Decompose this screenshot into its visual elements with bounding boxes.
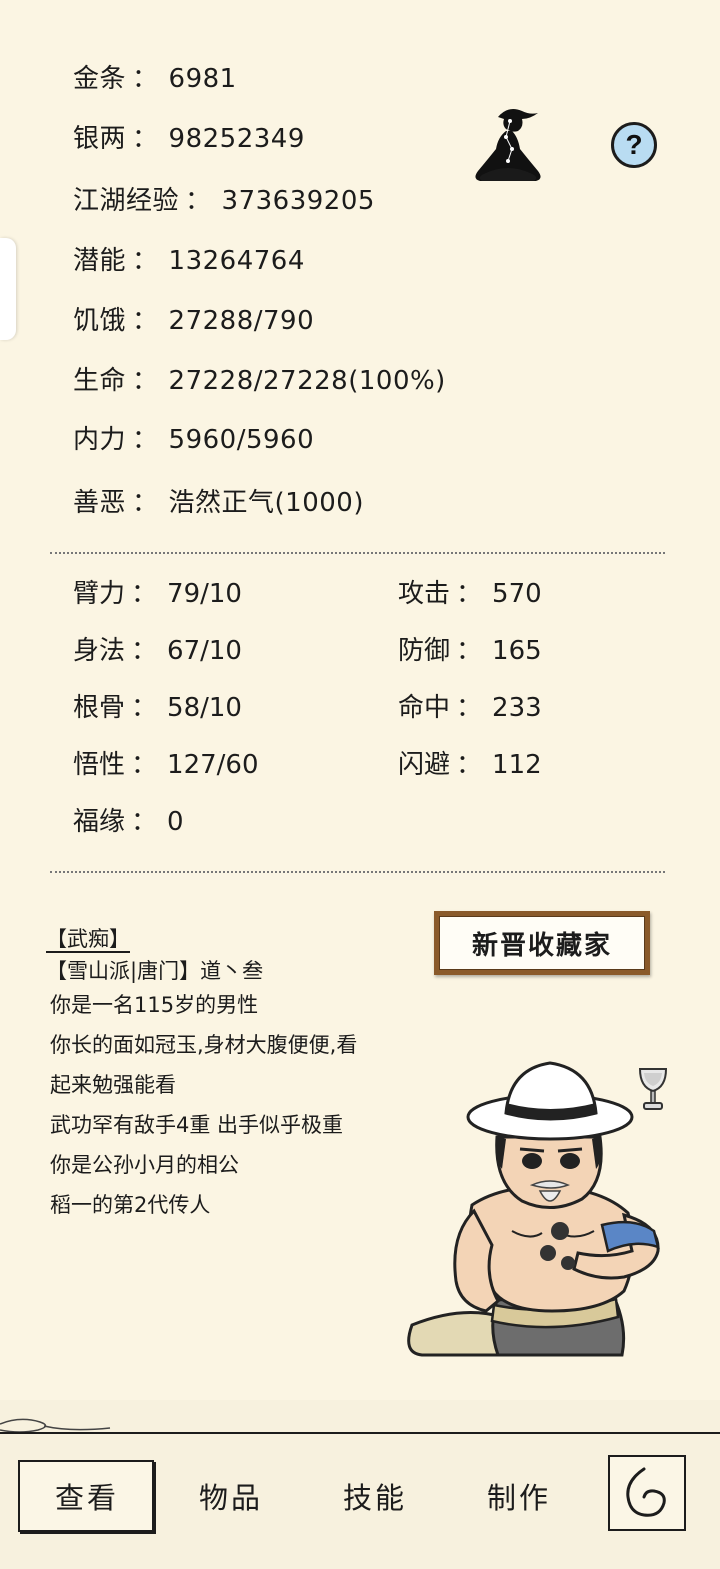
stat-value: 5960/5960	[168, 425, 315, 455]
back-button[interactable]	[608, 1455, 686, 1531]
section-divider	[50, 552, 665, 554]
stat-value: 98252349	[168, 124, 305, 154]
character-portrait[interactable]	[402, 1055, 672, 1360]
stat-label: 善恶	[73, 488, 127, 518]
stat-exp: 江湖经验： 373639205	[73, 186, 375, 216]
stat-value: 27228/27228(100%)	[168, 366, 446, 396]
bio-line: 稻一的第2代传人	[50, 1193, 211, 1217]
section-divider	[50, 871, 665, 873]
stat-potential: 潜能： 13264764	[73, 246, 305, 276]
stat-value: 27288/790	[168, 306, 315, 336]
character-title[interactable]: 【武痴】	[46, 926, 130, 952]
attr-agility: 身法： 67/10	[73, 636, 242, 666]
stat-value: 6981	[168, 64, 237, 94]
question-icon: ?	[625, 129, 643, 160]
tab-items[interactable]: 物品	[199, 1480, 263, 1516]
tab-craft[interactable]: 制作	[487, 1480, 551, 1516]
tab-view[interactable]: 查看	[55, 1480, 119, 1516]
help-button[interactable]: ?	[611, 122, 657, 168]
bio-line: 武功罕有敌手4重 出手似乎极重	[50, 1113, 344, 1137]
stat-label: 金条	[73, 64, 127, 94]
stat-inner: 内力： 5960/5960	[73, 425, 315, 455]
bio-line: 你是公孙小月的相公	[50, 1153, 239, 1177]
stat-label: 饥饿	[73, 306, 127, 336]
stat-label: 潜能	[73, 246, 127, 276]
bio-line: 起来勉强能看	[50, 1073, 176, 1097]
back-arrow-icon	[626, 1467, 666, 1517]
side-drawer-handle[interactable]	[0, 238, 16, 340]
stat-silver: 银两： 98252349	[73, 124, 305, 154]
stat-value: 13264764	[168, 246, 305, 276]
attr-constitution: 根骨： 58/10	[73, 693, 242, 723]
stat-label: 银两	[73, 124, 127, 154]
stat-value: 浩然正气(1000)	[168, 488, 364, 518]
bio-line: 【雪山派|唐门】道丶叁	[46, 959, 264, 983]
attr-fortune: 福缘： 0	[73, 807, 184, 837]
attr-defense: 防御： 165	[398, 636, 542, 666]
stat-label: 江湖经验	[73, 186, 180, 216]
stat-value: 373639205	[221, 186, 375, 216]
stat-gold: 金条： 6981	[73, 64, 237, 94]
tab-skills[interactable]: 技能	[343, 1480, 407, 1516]
attr-dodge: 闪避： 112	[398, 750, 542, 780]
attr-strength: 臂力： 79/10	[73, 579, 242, 609]
attr-attack: 攻击： 570	[398, 579, 542, 609]
stat-life: 生命： 27228/27228(100%)	[73, 366, 446, 396]
stat-label: 内力	[73, 425, 127, 455]
bio-line: 你是一名115岁的男性	[50, 993, 259, 1017]
meditation-icon[interactable]	[468, 103, 548, 187]
title-plaque[interactable]: 新晋收藏家	[434, 911, 650, 975]
stat-hunger: 饥饿： 27288/790	[73, 306, 315, 336]
plaque-text: 新晋收藏家	[439, 916, 645, 970]
attr-accuracy: 命中： 233	[398, 693, 542, 723]
bio-line: 你长的面如冠玉,身材大腹便便,看	[50, 1033, 358, 1057]
stat-label: 生命	[73, 366, 127, 396]
stat-morality: 善恶：浩然正气(1000)	[73, 488, 364, 518]
attr-comprehension: 悟性： 127/60	[73, 750, 259, 780]
